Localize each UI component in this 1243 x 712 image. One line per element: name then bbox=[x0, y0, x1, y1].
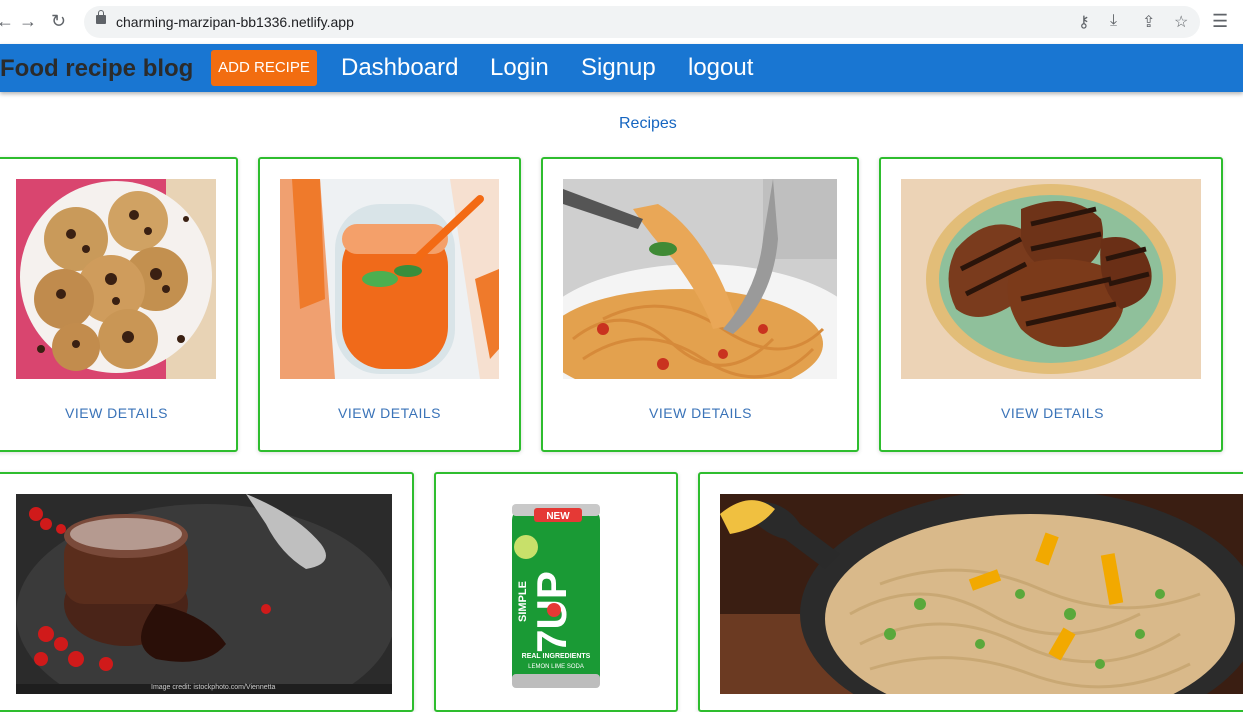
can-flavor-text: LEMON LIME SODA bbox=[528, 664, 584, 670]
install-icon[interactable]: ⤓ bbox=[1110, 12, 1117, 30]
recipe-image-carrot-juice[interactable] bbox=[280, 179, 499, 379]
recipe-image-lava-cake[interactable]: Image credit: istockphoto.com/Viennetta bbox=[16, 494, 392, 694]
can-ingredients-text: REAL INGREDIENTS bbox=[522, 653, 591, 660]
reading-list-icon[interactable]: ☰ bbox=[1212, 10, 1228, 32]
back-arrow-icon[interactable]: ← bbox=[0, 10, 14, 32]
brand-title: Food recipe blog bbox=[0, 55, 194, 82]
view-details-button[interactable]: VIEW DETAILS bbox=[1001, 405, 1104, 421]
nav-signup[interactable]: Signup bbox=[581, 54, 656, 82]
app-bar: Food recipe blog ADD RECIPE Dashboard Lo… bbox=[0, 44, 1243, 92]
page-title: Recipes bbox=[619, 115, 677, 132]
recipe-card: VIEW DETAILS bbox=[879, 157, 1223, 452]
can-new-text: NEW bbox=[546, 511, 570, 522]
browser-toolbar: ← → ↻ charming-marzipan-bb1336.netlify.a… bbox=[0, 0, 1243, 45]
reload-icon[interactable]: ↻ bbox=[51, 10, 66, 32]
lock-icon bbox=[96, 10, 106, 24]
key-icon[interactable]: ⚷ bbox=[1078, 12, 1090, 32]
url-text[interactable]: charming-marzipan-bb1336.netlify.app bbox=[116, 14, 354, 30]
image-credit: Image credit: istockphoto.com/Viennetta bbox=[151, 684, 276, 691]
forward-arrow-icon[interactable]: → bbox=[19, 10, 37, 32]
recipe-card: NEW SIMPLE 7UP REAL INGREDIENTS LEMON LI… bbox=[434, 472, 678, 712]
recipe-image-stir-fry[interactable] bbox=[720, 494, 1243, 694]
recipe-card: VIEW DETAILS bbox=[0, 157, 238, 452]
view-details-button[interactable]: VIEW DETAILS bbox=[338, 405, 441, 421]
recipe-card bbox=[698, 472, 1243, 712]
bookmark-star-icon[interactable]: ☆ bbox=[1174, 12, 1188, 32]
address-bar[interactable]: charming-marzipan-bb1336.netlify.app ⚷ ⤓… bbox=[84, 6, 1200, 38]
nav-login[interactable]: Login bbox=[490, 54, 549, 82]
recipe-card: Image credit: istockphoto.com/Viennetta bbox=[0, 472, 414, 712]
share-icon[interactable]: ⇪ bbox=[1142, 12, 1155, 32]
nav-dashboard[interactable]: Dashboard bbox=[341, 54, 458, 82]
recipe-image-grilled-chicken[interactable] bbox=[901, 179, 1201, 379]
nav-logout[interactable]: logout bbox=[688, 54, 753, 82]
view-details-button[interactable]: VIEW DETAILS bbox=[649, 405, 752, 421]
recipe-card: VIEW DETAILS bbox=[258, 157, 521, 452]
recipe-image-spaghetti[interactable] bbox=[563, 179, 837, 379]
add-recipe-button[interactable]: ADD RECIPE bbox=[211, 50, 317, 86]
recipe-image-7up[interactable]: NEW SIMPLE 7UP REAL INGREDIENTS LEMON LI… bbox=[506, 502, 606, 692]
recipe-card: VIEW DETAILS bbox=[541, 157, 859, 452]
view-details-button[interactable]: VIEW DETAILS bbox=[65, 405, 168, 421]
recipe-image-cookies[interactable] bbox=[16, 179, 216, 379]
